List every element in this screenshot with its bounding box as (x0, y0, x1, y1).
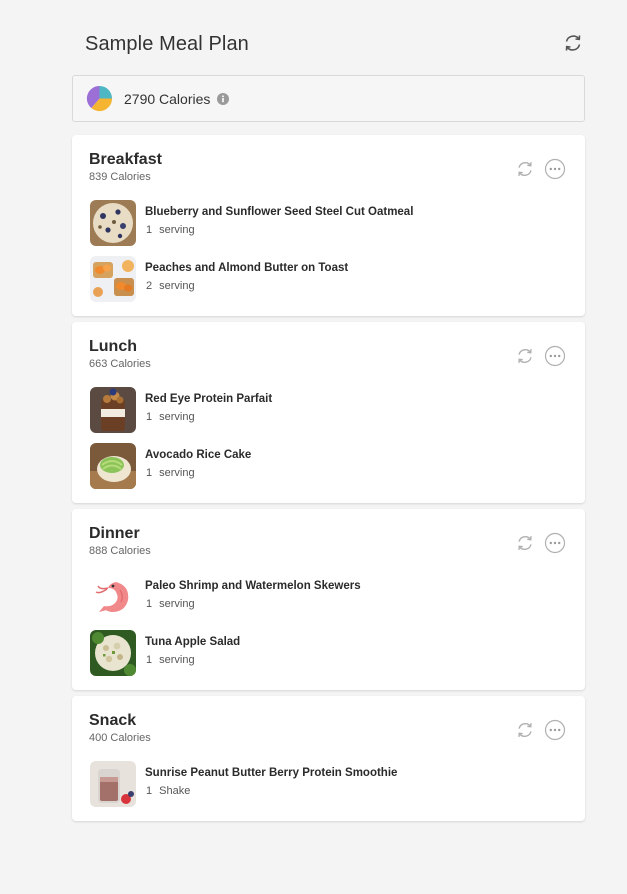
food-item[interactable]: Sunrise Peanut Butter Berry Protein Smoo… (90, 761, 560, 807)
serving: 1 serving (146, 654, 195, 666)
food-name: Paleo Shrimp and Watermelon Skewers (145, 580, 361, 592)
refresh-icon[interactable] (514, 345, 536, 367)
refresh-icon[interactable] (514, 719, 536, 741)
meal-actions (514, 719, 566, 741)
more-options-icon[interactable] (544, 719, 566, 741)
meal-calories: 400 Calories (89, 732, 151, 744)
serving: 1 serving (146, 224, 195, 236)
meal-title: Breakfast (89, 151, 162, 168)
serving: 2 serving (146, 280, 195, 292)
more-options-icon[interactable] (544, 345, 566, 367)
food-name: Peaches and Almond Butter on Toast (145, 262, 349, 274)
calorie-summary[interactable]: 2790 Calories (72, 75, 585, 122)
food-thumbnail (90, 443, 136, 489)
food-thumbnail (90, 761, 136, 807)
food-thumbnail (90, 256, 136, 302)
serving: 1 serving (146, 598, 195, 610)
meal-actions (514, 158, 566, 180)
food-item[interactable]: Blueberry and Sunflower Seed Steel Cut O… (90, 200, 560, 246)
meal-calories: 888 Calories (89, 545, 151, 557)
food-thumbnail (90, 200, 136, 246)
serving: 1 serving (146, 411, 195, 423)
meal-title: Snack (89, 712, 137, 729)
food-name: Red Eye Protein Parfait (145, 393, 273, 405)
food-item[interactable]: Paleo Shrimp and Watermelon Skewers 1 ser… (90, 574, 560, 620)
serving: 1 Shake (146, 785, 191, 797)
total-calories: 2790 Calories (124, 90, 211, 107)
food-item[interactable]: Avocado Rice Cake 1 serving (90, 443, 560, 489)
meal-title: Lunch (89, 338, 137, 355)
refresh-icon[interactable] (561, 31, 585, 55)
food-name: Tuna Apple Salad (145, 636, 241, 648)
page-title: Sample Meal Plan (85, 33, 249, 55)
food-name: Sunrise Peanut Butter Berry Protein Smoo… (145, 767, 398, 779)
info-icon[interactable] (217, 92, 230, 105)
food-thumbnail (90, 387, 136, 433)
more-options-icon[interactable] (544, 158, 566, 180)
refresh-icon[interactable] (514, 532, 536, 554)
meal-card-breakfast: Breakfast 839 Calories Blueberry and Sun… (72, 135, 585, 316)
header: Sample Meal Plan (72, 0, 585, 75)
meal-calories: 663 Calories (89, 358, 151, 370)
meal-actions (514, 345, 566, 367)
food-thumbnail (90, 630, 136, 676)
macro-pie-icon (86, 85, 113, 112)
meal-actions (514, 532, 566, 554)
food-name: Avocado Rice Cake (145, 449, 252, 461)
food-item[interactable]: Red Eye Protein Parfait 1 serving (90, 387, 560, 433)
meal-title: Dinner (89, 525, 140, 542)
meal-plan-panel: Sample Meal Plan 2790 Calories Breakfast… (72, 0, 585, 821)
more-options-icon[interactable] (544, 532, 566, 554)
serving: 1 serving (146, 467, 195, 479)
meal-calories: 839 Calories (89, 171, 151, 183)
meal-card-lunch: Lunch 663 Calories Red Eye Protein Parfa… (72, 322, 585, 503)
meal-card-snack: Snack 400 Calories Sunrise Peanut Butter… (72, 696, 585, 821)
food-item[interactable]: Peaches and Almond Butter on Toast 2 serv… (90, 256, 560, 302)
food-name: Blueberry and Sunflower Seed Steel Cut O… (145, 206, 414, 218)
food-item[interactable]: Tuna Apple Salad 1 serving (90, 630, 560, 676)
refresh-icon[interactable] (514, 158, 536, 180)
meal-card-dinner: Dinner 888 Calories Paleo Shrimp and Wat… (72, 509, 585, 690)
food-thumbnail (90, 574, 136, 620)
